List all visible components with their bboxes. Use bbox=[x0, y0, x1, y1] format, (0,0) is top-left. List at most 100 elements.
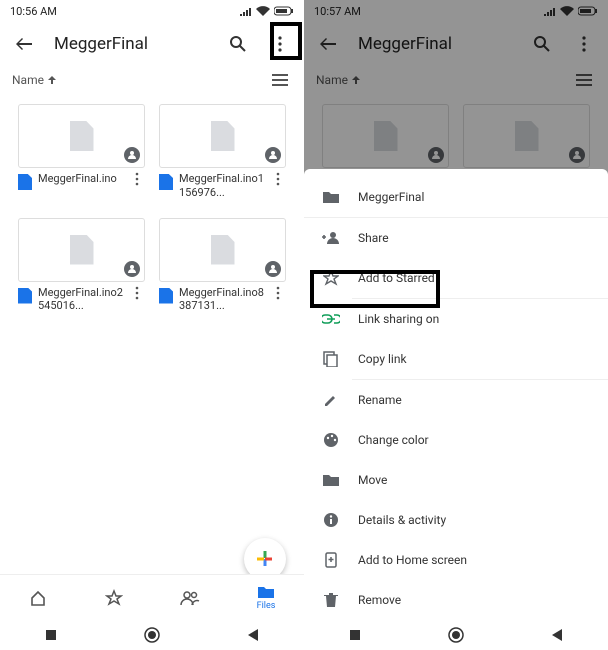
sheet-remove[interactable]: Remove bbox=[304, 580, 608, 620]
search-icon bbox=[533, 35, 551, 53]
app-bar: MeggerFinal bbox=[0, 22, 304, 66]
sys-home-button[interactable] bbox=[447, 626, 465, 644]
back-button[interactable] bbox=[6, 26, 42, 62]
bottom-nav: Files bbox=[0, 574, 304, 620]
sheet-copy-link-label: Copy link bbox=[358, 352, 407, 366]
file-more-button[interactable] bbox=[129, 172, 145, 186]
sort-button[interactable]: Name bbox=[12, 73, 57, 87]
shared-badge-icon bbox=[265, 147, 281, 163]
back-button[interactable] bbox=[310, 26, 346, 62]
nav-files-label: Files bbox=[257, 601, 276, 611]
person-add-icon bbox=[322, 229, 340, 247]
file-type-icon bbox=[159, 288, 173, 304]
people-icon bbox=[180, 590, 200, 606]
sys-recent-button[interactable] bbox=[42, 626, 60, 644]
battery-icon bbox=[578, 6, 598, 16]
list-icon bbox=[576, 73, 592, 87]
document-icon bbox=[211, 121, 235, 151]
sys-home-button[interactable] bbox=[143, 626, 161, 644]
sort-row: Name bbox=[304, 66, 608, 94]
file-name: MeggerFinal.ino8387131... bbox=[179, 286, 264, 314]
sort-label: Name bbox=[12, 73, 44, 87]
more-options-button[interactable] bbox=[566, 26, 602, 62]
info-icon bbox=[322, 511, 340, 529]
more-vert-icon bbox=[575, 35, 593, 53]
sheet-rename[interactable]: Rename bbox=[304, 380, 608, 420]
sheet-share-label: Share bbox=[358, 231, 389, 245]
plus-icon bbox=[254, 548, 276, 570]
signal-icon bbox=[544, 6, 556, 16]
nav-shared[interactable] bbox=[152, 575, 228, 620]
sort-button[interactable]: Name bbox=[316, 73, 361, 87]
status-icons bbox=[240, 6, 294, 16]
nav-files[interactable]: Files bbox=[228, 575, 304, 620]
document-icon bbox=[70, 235, 94, 265]
file-card[interactable]: MeggerFinal.ino8387131... bbox=[159, 218, 286, 318]
battery-icon bbox=[274, 6, 294, 16]
view-toggle-button[interactable] bbox=[268, 68, 292, 92]
star-outline-icon bbox=[322, 269, 340, 287]
screen-right: 10:57 AM MeggerFinal Name MeggerFinal.in… bbox=[304, 0, 608, 650]
screen-left: 10:56 AM MeggerFinal Name MeggerFinal bbox=[0, 0, 304, 650]
file-type-icon bbox=[18, 288, 32, 304]
folder-move-icon bbox=[322, 471, 340, 489]
sheet-add-home-label: Add to Home screen bbox=[358, 553, 467, 567]
sort-row: Name bbox=[0, 66, 304, 94]
sys-back-button[interactable] bbox=[244, 626, 262, 644]
sheet-details-label: Details & activity bbox=[358, 513, 446, 527]
trash-icon bbox=[322, 591, 340, 609]
document-icon bbox=[70, 121, 94, 151]
folder-icon bbox=[322, 188, 340, 206]
more-options-button[interactable] bbox=[262, 26, 298, 62]
sheet-share[interactable]: Share bbox=[304, 218, 608, 258]
home-icon bbox=[29, 589, 47, 607]
sheet-add-home[interactable]: Add to Home screen bbox=[304, 540, 608, 580]
system-nav bbox=[0, 620, 304, 650]
sheet-change-color[interactable]: Change color bbox=[304, 420, 608, 460]
list-icon bbox=[272, 73, 288, 87]
sheet-copy-link[interactable]: Copy link bbox=[304, 339, 608, 379]
file-thumb bbox=[463, 104, 590, 168]
search-button[interactable] bbox=[220, 26, 256, 62]
file-card[interactable]: MeggerFinal.ino2545016... bbox=[18, 218, 145, 318]
star-icon bbox=[105, 589, 123, 607]
arrow-up-icon bbox=[351, 75, 361, 85]
search-icon bbox=[229, 35, 247, 53]
add-home-icon bbox=[322, 551, 340, 569]
folder-icon bbox=[257, 585, 275, 599]
view-toggle-button[interactable] bbox=[572, 68, 596, 92]
file-more-button[interactable] bbox=[129, 286, 145, 300]
sheet-link-sharing[interactable]: Link sharing on bbox=[304, 299, 608, 339]
sys-recent-button[interactable] bbox=[346, 626, 364, 644]
nav-starred[interactable] bbox=[76, 575, 152, 620]
shared-badge-icon bbox=[265, 261, 281, 277]
folder-title: MeggerFinal bbox=[54, 34, 214, 54]
file-card[interactable]: MeggerFinal.ino bbox=[18, 104, 145, 204]
sheet-add-starred[interactable]: Add to Starred bbox=[304, 258, 608, 298]
sheet-details[interactable]: Details & activity bbox=[304, 500, 608, 540]
file-type-icon bbox=[159, 174, 173, 190]
sheet-link-sharing-label: Link sharing on bbox=[358, 312, 439, 326]
sys-back-button[interactable] bbox=[548, 626, 566, 644]
shared-badge-icon bbox=[569, 147, 585, 163]
sheet-folder-header: MeggerFinal bbox=[304, 177, 608, 217]
file-thumb bbox=[159, 104, 286, 168]
document-icon bbox=[211, 235, 235, 265]
shared-badge-icon bbox=[428, 147, 444, 163]
link-icon bbox=[322, 310, 340, 328]
file-card[interactable]: MeggerFinal.ino1156976... bbox=[159, 104, 286, 204]
search-button[interactable] bbox=[524, 26, 560, 62]
sheet-change-color-label: Change color bbox=[358, 433, 429, 447]
file-more-button[interactable] bbox=[270, 286, 286, 300]
more-vert-icon bbox=[271, 35, 289, 53]
bottom-sheet: MeggerFinal Share Add to Starred Link sh… bbox=[304, 169, 608, 620]
copy-icon bbox=[322, 350, 340, 368]
status-time: 10:56 AM bbox=[10, 5, 57, 18]
file-name: MeggerFinal.ino bbox=[38, 172, 123, 186]
nav-home[interactable] bbox=[0, 575, 76, 620]
status-icons bbox=[544, 6, 598, 16]
folder-title: MeggerFinal bbox=[358, 34, 518, 54]
sheet-move[interactable]: Move bbox=[304, 460, 608, 500]
file-more-button[interactable] bbox=[270, 172, 286, 186]
file-thumb bbox=[159, 218, 286, 282]
